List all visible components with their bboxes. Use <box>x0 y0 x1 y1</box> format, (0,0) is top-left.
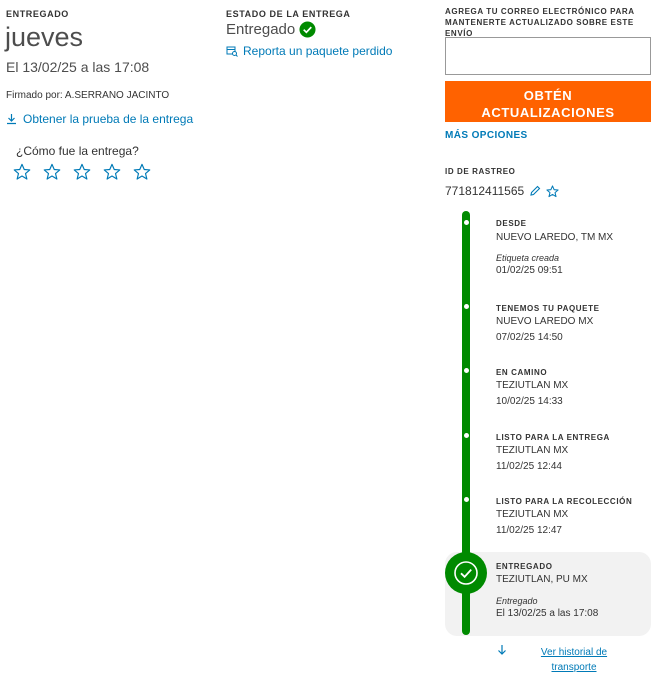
history-link-line2: transporte <box>551 662 597 673</box>
tracking-row: 771812411565 <box>445 184 559 198</box>
download-icon <box>7 114 16 125</box>
event-title: DESDE <box>496 219 527 228</box>
star-icon[interactable] <box>103 163 121 181</box>
event-title: ENTREGADO <box>496 562 553 571</box>
event-location: TEZIUTLAN MX <box>496 509 569 520</box>
report-lost-package-link[interactable]: Reporta un paquete perdido <box>226 44 392 58</box>
status-row: Entregado <box>226 21 316 38</box>
event-location: TEZIUTLAN MX <box>496 445 569 456</box>
event-time: 07/02/25 14:50 <box>496 332 563 343</box>
event-note: Etiqueta creada <box>496 253 560 263</box>
lost-link-label: Reporta un paquete perdido <box>243 44 393 58</box>
delivered-check-marker <box>445 552 487 594</box>
event-title: LISTO PARA LA RECOLECCIÓN <box>496 497 633 506</box>
event-title: TENEMOS TU PAQUETE <box>496 304 600 313</box>
tracking-label: ID DE RASTREO <box>445 167 516 176</box>
event-time: El 13/02/25 a las 17:08 <box>496 608 599 619</box>
rating-stars <box>13 163 151 181</box>
timeline-dot <box>464 304 469 309</box>
event-time: 01/02/25 09:51 <box>496 265 563 276</box>
star-icon[interactable] <box>133 163 151 181</box>
signed-by: Firmado por: A.SERRANO JACINTO <box>6 90 170 101</box>
event-note: Entregado <box>496 596 538 606</box>
history-link-line1: Ver historial de <box>540 647 608 658</box>
check-circle-icon <box>454 561 478 585</box>
timeline-dot <box>464 220 469 225</box>
event-location: NUEVO LAREDO, TM MX <box>496 232 614 243</box>
more-options-link[interactable]: MÁS OPCIONES <box>445 130 528 141</box>
star-icon[interactable] <box>546 184 559 198</box>
pencil-icon[interactable] <box>529 185 541 197</box>
proof-of-delivery-link[interactable]: Obtener la prueba de la entrega <box>6 112 193 126</box>
check-circle-icon <box>299 21 316 38</box>
star-icon[interactable] <box>43 163 61 181</box>
updates-button-line1: OBTÉN <box>523 87 573 103</box>
event-location: NUEVO LAREDO MX <box>496 316 594 327</box>
status-value: Entregado <box>226 21 296 38</box>
timeline-dot <box>464 433 469 438</box>
delivery-day: jueves <box>5 22 84 52</box>
proof-link-label: Obtener la prueba de la entrega <box>23 112 194 126</box>
event-location: TEZIUTLAN, PU MX <box>496 574 588 585</box>
delivery-date: El 13/02/25 a las 17:08 <box>6 59 150 75</box>
timeline-dot <box>464 497 469 502</box>
event-title: EN CAMINO <box>496 368 548 377</box>
get-updates-button[interactable]: OBTÉN ACTUALIZACIONES <box>445 81 651 122</box>
event-time: 10/02/25 14:33 <box>496 396 563 407</box>
timeline-dot <box>464 368 469 373</box>
event-location: TEZIUTLAN MX <box>496 380 569 391</box>
delivered-label: ENTREGADO <box>6 9 69 19</box>
package-search-icon <box>226 46 238 57</box>
rating-question: ¿Cómo fue la entrega? <box>16 144 139 158</box>
updates-button-line2: ACTUALIZACIONES <box>481 104 615 120</box>
transport-history-link[interactable]: Ver historial de transporte <box>532 645 616 675</box>
arrow-down-icon <box>498 645 506 655</box>
star-icon[interactable] <box>73 163 91 181</box>
star-icon[interactable] <box>13 163 31 181</box>
event-time: 11/02/25 12:47 <box>496 525 562 536</box>
tracking-number: 771812411565 <box>445 184 525 198</box>
status-label: ESTADO DE LA ENTREGA <box>226 9 351 19</box>
event-title: LISTO PARA LA ENTREGA <box>496 433 610 442</box>
email-label: AGREGA TU CORREO ELECTRÓNICO PARA MANTEN… <box>445 7 635 38</box>
event-time: 11/02/25 12:44 <box>496 461 562 472</box>
email-input[interactable] <box>445 37 651 75</box>
